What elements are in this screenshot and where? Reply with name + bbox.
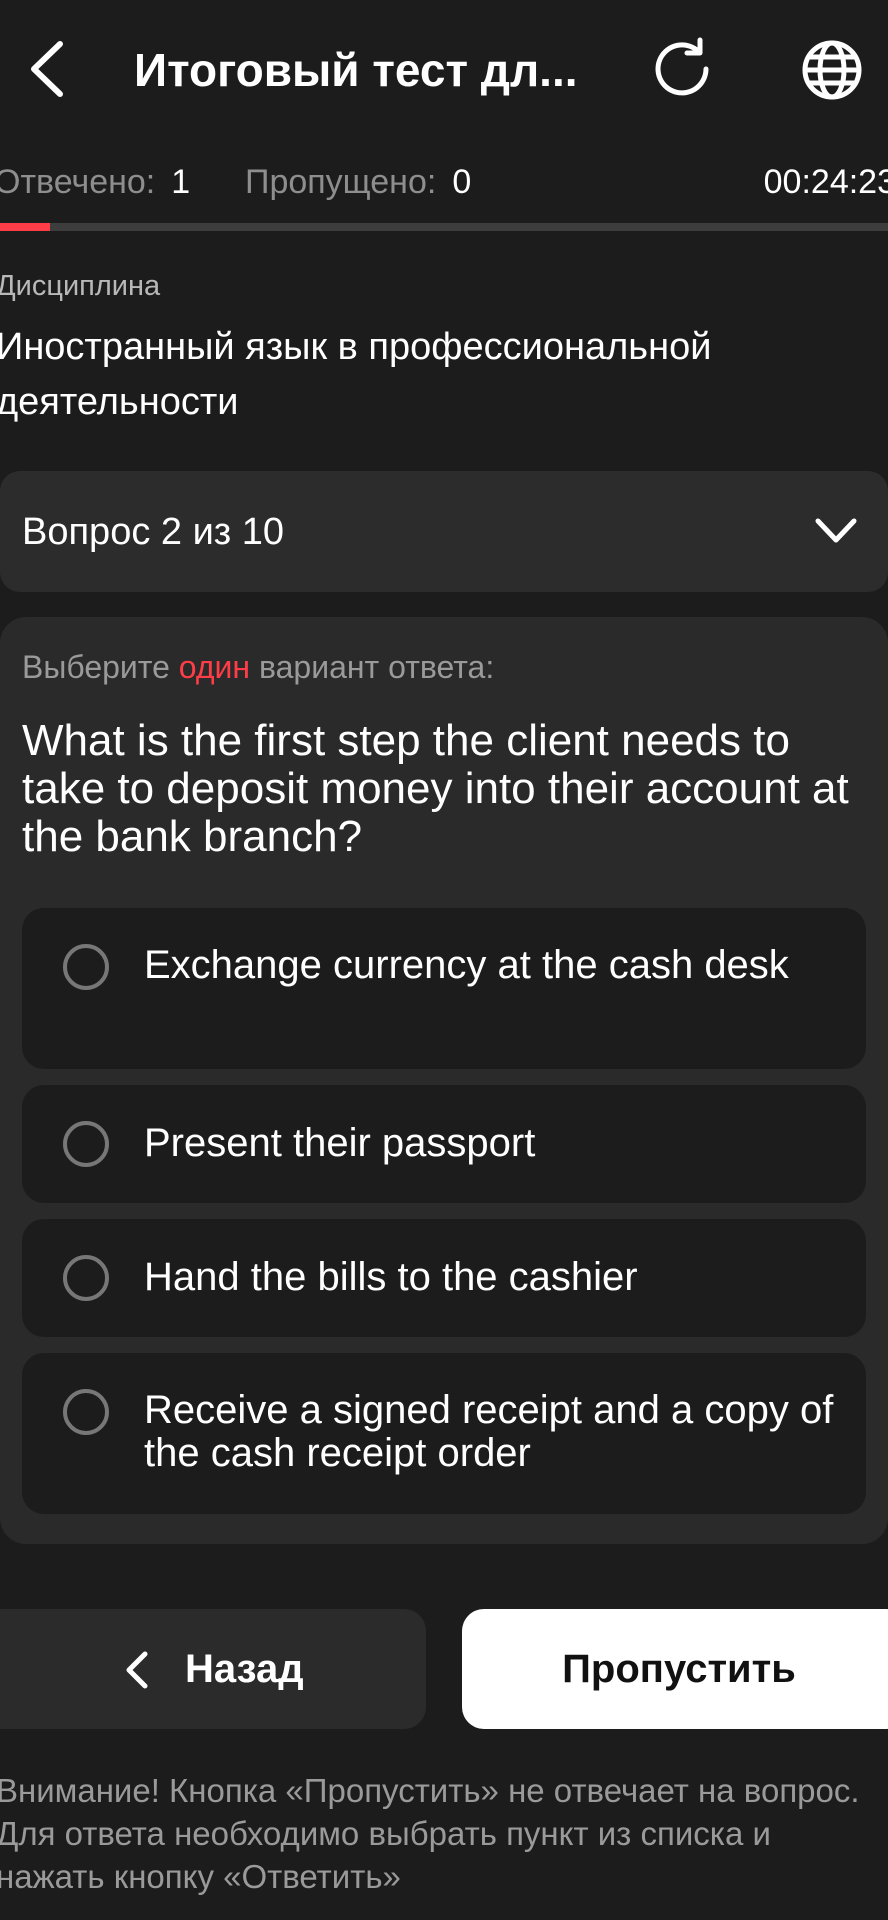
radio-button[interactable]	[63, 1255, 109, 1301]
question-selector-label: Вопрос 2 из 10	[22, 511, 285, 553]
page-title: Итоговый тест дл...	[134, 44, 578, 96]
answer-option[interactable]: Hand the bills to the cashier	[22, 1219, 866, 1337]
radio-button[interactable]	[63, 1121, 109, 1167]
question-text: What is the first step the client needs …	[22, 716, 849, 861]
instruction-text-before: Выберите	[22, 649, 179, 685]
skip-button-label: Пропустить	[562, 1647, 796, 1691]
answer-option-label: Exchange currency at the cash desk	[144, 943, 789, 987]
skipped-counter: Пропущено: 0	[245, 160, 471, 204]
back-button[interactable]: Назад	[0, 1609, 426, 1729]
reload-icon[interactable]	[652, 36, 716, 102]
progress-fill	[0, 223, 50, 231]
globe-icon[interactable]	[800, 38, 864, 102]
question-selector[interactable]: Вопрос 2 из 10	[0, 471, 888, 592]
instruction-accent: один	[178, 649, 251, 685]
answer-option[interactable]: Receive a signed receipt and a copy of t…	[22, 1353, 866, 1514]
skipped-label: Пропущено:	[245, 163, 437, 201]
chevron-down-icon	[812, 513, 860, 549]
answer-option-label: Hand the bills to the cashier	[144, 1255, 638, 1299]
back-button-label: Назад	[185, 1647, 304, 1691]
answer-option[interactable]: Present their passport	[22, 1085, 866, 1203]
discipline-name: Иностранный язык в профессиональной деят…	[0, 326, 712, 423]
answer-option[interactable]: Exchange currency at the cash desk	[22, 908, 866, 1069]
skipped-value: 0	[452, 163, 472, 201]
answer-option-label: Present their passport	[144, 1121, 536, 1165]
question-card: Выберите один вариант ответа: What is th…	[0, 617, 888, 1544]
instruction-text-after: вариант ответа:	[250, 649, 495, 685]
answered-label: Отвечено:	[0, 163, 156, 201]
discipline-label: Дисциплина	[0, 270, 161, 302]
skip-button[interactable]: Пропустить	[462, 1609, 888, 1729]
answer-instruction: Выберите один вариант ответа:	[22, 647, 494, 687]
chevron-left-icon	[123, 1649, 153, 1691]
progress-bar	[0, 223, 888, 231]
radio-button[interactable]	[63, 944, 109, 990]
skip-warning: Внимание! Кнопка «Пропустить» не отвечае…	[0, 1772, 860, 1895]
answered-value: 1	[171, 163, 191, 201]
chevron-left-icon[interactable]	[22, 36, 74, 102]
answered-counter: Отвечено: 1	[0, 160, 190, 204]
radio-button[interactable]	[63, 1389, 109, 1435]
timer: 00:24:23	[763, 163, 888, 201]
answer-option-label: Receive a signed receipt and a copy of t…	[144, 1388, 834, 1475]
